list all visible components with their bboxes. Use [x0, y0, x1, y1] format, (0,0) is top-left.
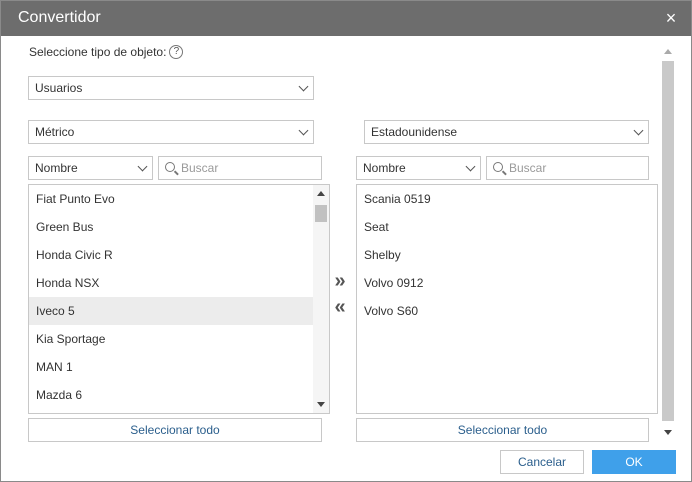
left-items-container: Fiat Punto Evo Green Bus Honda Civic R Hond…: [29, 185, 329, 409]
close-icon[interactable]: ×: [661, 8, 681, 28]
left-select-all-button[interactable]: Seleccionar todo: [28, 418, 322, 442]
chevron-down-icon: [298, 81, 309, 92]
list-item[interactable]: Honda Civic R: [29, 241, 329, 269]
right-units-select[interactable]: Estadounidense: [364, 120, 649, 144]
search-icon: [165, 162, 175, 172]
title-bar: Convertidor ×: [1, 1, 691, 36]
list-item[interactable]: MAN 1: [29, 353, 329, 381]
left-sort-select[interactable]: Nombre: [28, 156, 153, 180]
chevron-down-icon: [137, 161, 148, 172]
move-right-icon[interactable]: »: [330, 271, 350, 292]
object-type-value: Usuarios: [35, 81, 83, 95]
scroll-up-icon[interactable]: [664, 49, 672, 54]
right-units-value: Estadounidense: [371, 125, 458, 139]
scroll-thumb[interactable]: [315, 205, 327, 222]
list-item[interactable]: Mazda 6: [29, 381, 329, 409]
left-units-value: Métrico: [35, 125, 75, 139]
list-item[interactable]: Iveco 5: [29, 297, 329, 325]
left-search-input[interactable]: [179, 159, 317, 177]
list-item[interactable]: Volvo S60: [357, 297, 657, 325]
left-sort-value: Nombre: [35, 161, 78, 175]
right-select-all-button[interactable]: Seleccionar todo: [356, 418, 649, 442]
chevron-down-icon: [298, 125, 309, 136]
right-search: [486, 156, 649, 180]
scroll-up-icon[interactable]: [317, 191, 325, 196]
scroll-down-icon[interactable]: [317, 402, 325, 407]
list-item[interactable]: Green Bus: [29, 213, 329, 241]
list-item[interactable]: Seat: [357, 213, 657, 241]
left-list-scrollbar[interactable]: [313, 185, 329, 413]
chevron-down-icon: [465, 161, 476, 172]
converter-dialog: Convertidor × Seleccione tipo de objeto:…: [0, 0, 692, 482]
left-object-list: Fiat Punto Evo Green Bus Honda Civic R Hond…: [28, 184, 330, 414]
chevron-down-icon: [633, 125, 644, 136]
object-type-select[interactable]: Usuarios: [28, 76, 314, 100]
ok-button[interactable]: OK: [592, 450, 676, 474]
left-search: [158, 156, 322, 180]
move-left-icon[interactable]: «: [330, 297, 350, 318]
list-item[interactable]: Fiat Punto Evo: [29, 185, 329, 213]
list-item[interactable]: Honda NSX: [29, 269, 329, 297]
right-sort-value: Nombre: [363, 161, 406, 175]
list-item[interactable]: Shelby: [357, 241, 657, 269]
right-items-container: Scania 0519 Seat Shelby Volvo 0912 Volvo S60: [357, 185, 657, 325]
scroll-down-icon[interactable]: [664, 430, 672, 435]
list-item[interactable]: Scania 0519: [357, 185, 657, 213]
left-units-select[interactable]: Métrico: [28, 120, 314, 144]
object-type-label-row: Seleccione tipo de objeto: ?: [29, 45, 184, 59]
right-object-list: Scania 0519 Seat Shelby Volvo 0912 Volvo S60: [356, 184, 658, 414]
object-type-label: Seleccione tipo de objeto:: [29, 45, 167, 59]
dialog-title: Convertidor: [18, 9, 101, 26]
list-item[interactable]: Kia Sportage: [29, 325, 329, 353]
dialog-scrollbar[interactable]: [661, 43, 675, 441]
list-item[interactable]: Volvo 0912: [357, 269, 657, 297]
cancel-button[interactable]: Cancelar: [500, 450, 584, 474]
right-search-input[interactable]: [507, 159, 644, 177]
right-sort-select[interactable]: Nombre: [356, 156, 481, 180]
search-icon: [493, 162, 503, 172]
scroll-thumb[interactable]: [662, 61, 674, 421]
help-icon[interactable]: ?: [169, 45, 184, 59]
